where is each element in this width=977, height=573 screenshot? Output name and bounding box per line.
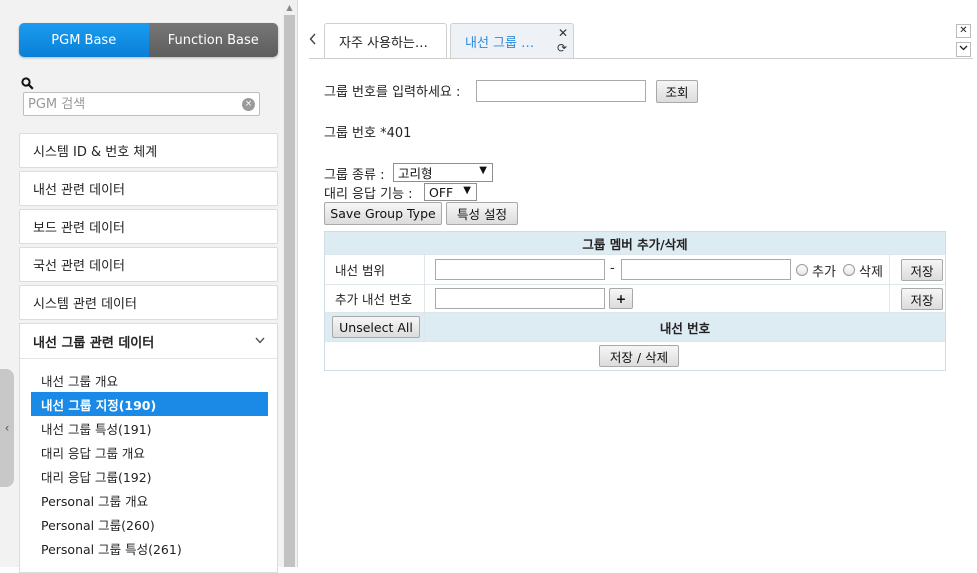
range-end-input[interactable]: [621, 259, 791, 280]
group-type-value: 고리형: [398, 166, 433, 181]
range-label: 내선 범위: [325, 255, 425, 284]
search-box: ×: [23, 92, 260, 116]
menu-item-trunk-data[interactable]: 국선 관련 데이터: [19, 247, 278, 282]
submenu-item[interactable]: 대리 응답 그룹 개요: [31, 440, 268, 464]
range-start-input[interactable]: [435, 259, 605, 280]
main-panel: 자주 사용하는… 내선 그룹 … ✕ ⟳ ✕ 그룹 번호를 입력하세요 : 조회…: [299, 0, 977, 567]
refresh-icon[interactable]: ⟳: [557, 41, 567, 55]
add-extension-button[interactable]: +: [609, 288, 633, 309]
save-delete-button[interactable]: 저장 / 삭제: [599, 345, 679, 367]
group-type-label: 그룹 종류 :: [324, 168, 385, 183]
radio-add[interactable]: [796, 264, 808, 276]
radio-delete[interactable]: [843, 264, 855, 276]
add-extension-input[interactable]: [435, 288, 605, 309]
scrollbar-thumb[interactable]: [284, 15, 295, 567]
sidebar-scrollbar[interactable]: ▲: [283, 0, 296, 567]
radio-add-label: 추가: [812, 265, 836, 280]
range-dash: -: [610, 261, 615, 276]
menu-item-board-data[interactable]: 보드 관련 데이터: [19, 209, 278, 244]
tab-divider: [309, 58, 973, 59]
unselect-all-button[interactable]: Unselect All: [332, 316, 420, 338]
table-row-actions: 저장 / 삭제: [325, 341, 945, 370]
submenu-item[interactable]: Personal 그룹 특성(261): [31, 536, 268, 560]
tab-extension-group[interactable]: 내선 그룹 …: [450, 23, 574, 59]
table-row-subheader: Unselect All 내선 번호: [325, 312, 945, 341]
tab-frequently-used[interactable]: 자주 사용하는…: [324, 23, 447, 59]
menu-item-system-id[interactable]: 시스템 ID & 번호 체계: [19, 133, 278, 168]
save-extension-button[interactable]: 저장: [901, 288, 943, 310]
sidebar: PGM Base Function Base × 시스템 ID & 번호 체계 …: [0, 0, 298, 573]
chevron-down-icon[interactable]: [956, 42, 971, 57]
submenu-item[interactable]: 내선 그룹 특성(191): [31, 416, 268, 440]
submenu-item[interactable]: Personal 그룹(260): [31, 512, 268, 536]
pickup-value: OFF: [429, 184, 454, 200]
close-icon[interactable]: ✕: [956, 24, 971, 38]
property-settings-button[interactable]: 특성 설정: [446, 202, 518, 225]
group-member-table: 그룹 멤버 추가/삭제 내선 범위 - 추가 삭제 저장 추가 내선 번호 + …: [324, 231, 946, 371]
radio-delete-label: 삭제: [859, 265, 883, 280]
table-row-range: 내선 범위 - 추가 삭제 저장: [325, 254, 945, 284]
cell-divider: [889, 285, 890, 312]
sidebar-collapse-handle[interactable]: ‹: [0, 369, 14, 487]
group-number-display: 그룹 번호 *401: [324, 126, 412, 141]
menu-item-system-data[interactable]: 시스템 관련 데이터: [19, 285, 278, 320]
mode-toggle: PGM Base Function Base: [19, 23, 278, 57]
submenu-item[interactable]: Personal 그룹 개요: [31, 488, 268, 512]
dropdown-arrow-icon: ▼: [479, 165, 487, 176]
pickup-select[interactable]: OFF ▼: [424, 183, 477, 201]
dropdown-arrow-icon: ▼: [463, 185, 471, 196]
group-number-prompt: 그룹 번호를 입력하세요 :: [324, 85, 461, 100]
chevron-left-icon: ‹: [4, 421, 10, 435]
save-group-type-button[interactable]: Save Group Type: [324, 202, 442, 225]
chevron-down-icon[interactable]: [255, 333, 265, 347]
function-base-button[interactable]: Function Base: [148, 23, 278, 57]
menu-item-extension-data[interactable]: 내선 관련 데이터: [19, 171, 278, 206]
group-type-select[interactable]: 고리형 ▼: [393, 163, 493, 182]
tab-close-icon[interactable]: ✕: [558, 26, 568, 40]
pgm-base-button[interactable]: PGM Base: [19, 23, 149, 57]
member-table-title: 그룹 멤버 추가/삭제: [325, 232, 945, 254]
lookup-button[interactable]: 조회: [656, 80, 698, 103]
save-range-button[interactable]: 저장: [901, 259, 943, 281]
menu-group-header[interactable]: 내선 그룹 관련 데이터: [20, 324, 277, 359]
group-number-input[interactable]: [476, 80, 646, 102]
submenu-item-active[interactable]: 내선 그룹 지정(190): [31, 392, 268, 416]
cell-divider: [889, 255, 890, 284]
clear-icon[interactable]: ×: [242, 98, 255, 111]
add-extension-label: 추가 내선 번호: [325, 285, 425, 312]
menu-group-extension-group: 내선 그룹 관련 데이터 내선 그룹 개요 내선 그룹 지정(190) 내선 그…: [19, 323, 278, 573]
extension-number-header: 내선 번호: [425, 313, 945, 341]
pickup-label: 대리 응답 기능 :: [324, 187, 413, 202]
search-input[interactable]: [28, 95, 228, 113]
scroll-up-icon[interactable]: ▲: [283, 0, 296, 14]
tab-prev-icon[interactable]: [309, 30, 317, 49]
table-row-add-extension: 추가 내선 번호 + 저장: [325, 284, 945, 312]
submenu-item[interactable]: 내선 그룹 개요: [31, 368, 268, 392]
submenu-item[interactable]: 대리 응답 그룹(192): [31, 464, 268, 488]
search-icon: [21, 77, 34, 90]
